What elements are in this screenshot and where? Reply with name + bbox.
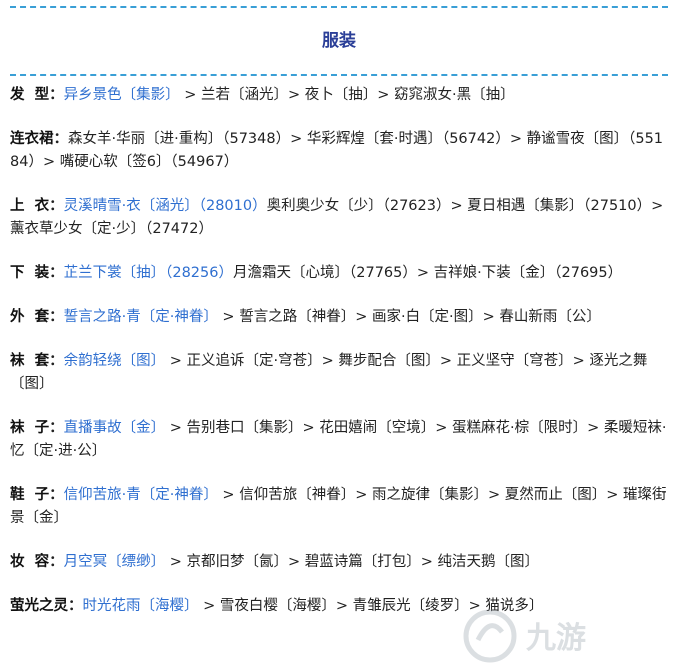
clothing-row: 上 衣：灵溪晴雪·衣〔涵光〕（28010）奥利奥少女〔少〕（27623）> 夏日… [10, 195, 668, 241]
watermark-text: 九游 [526, 621, 586, 656]
row-colon: ： [49, 353, 64, 369]
item-link[interactable]: 时光花雨〔海樱〕 [83, 598, 199, 614]
row-label: 外 套 [10, 309, 50, 325]
item-text: 月澹霜天〔心境〕（27765）> 吉祥娘·下装〔金〕（27695） [233, 265, 623, 281]
clothing-row: 鞋 子：信仰苦旅·青〔定·神眷〕 > 信仰苦旅〔神眷〕> 雨之旋律〔集影〕> 夏… [10, 484, 668, 530]
row-label: 鞋 子 [10, 487, 50, 503]
row-label: 发 型 [10, 87, 50, 103]
row-colon: ： [49, 420, 64, 436]
item-text: 森女羊·华丽〔进·重构〕（57348）> 华彩辉煌〔套·时遇〕（56742）> … [10, 131, 664, 170]
item-link[interactable]: 异乡景色〔集影〕 [64, 87, 180, 103]
item-link[interactable]: 信仰苦旅·青〔定·神眷〕 [64, 487, 218, 503]
item-link[interactable]: 直播事故〔金〕 [64, 420, 166, 436]
row-label: 连衣裙 [10, 131, 54, 147]
row-colon: ： [53, 131, 69, 147]
row-label: 妆 容 [10, 554, 50, 570]
clothing-list: 发 型：异乡景色〔集影〕 > 兰若〔涵光〕> 夜卜〔抽〕> 窈窕淑女·黑〔抽〕连… [10, 76, 668, 618]
item-link[interactable]: 月空冥〔缥缈〕 [64, 554, 166, 570]
row-colon: ： [49, 554, 64, 570]
item-link[interactable]: 芷兰下裳〔抽〕（28256） [64, 265, 233, 281]
item-text: > 誓言之路〔神眷〕> 画家·白〔定·图〕> 春山新雨〔公〕 [217, 309, 601, 325]
row-colon: ： [49, 265, 64, 281]
item-link[interactable]: 余韵轻绕〔图〕 [64, 353, 166, 369]
row-label: 袜 套 [10, 353, 50, 369]
row-colon: ： [49, 87, 64, 103]
row-colon: ： [68, 598, 83, 614]
row-colon: ： [49, 487, 64, 503]
clothing-row: 袜 子：直播事故〔金〕 > 告别巷口〔集影〕> 花田嬉闹〔空境〕> 蛋糕麻花·棕… [10, 417, 668, 463]
clothing-row: 外 套：誓言之路·青〔定·神眷〕 > 誓言之路〔神眷〕> 画家·白〔定·图〕> … [10, 306, 668, 329]
clothing-row: 下 装：芷兰下裳〔抽〕（28256）月澹霜天〔心境〕（27765）> 吉祥娘·下… [10, 262, 668, 285]
clothing-row: 妆 容：月空冥〔缥缈〕 > 京都旧梦〔氤〕> 碧蓝诗篇〔打包〕> 纯洁天鹅〔图〕 [10, 551, 668, 574]
row-label: 下 装 [10, 265, 50, 281]
guide-page: 服装 发 型：异乡景色〔集影〕 > 兰若〔涵光〕> 夜卜〔抽〕> 窈窕淑女·黑〔… [0, 6, 678, 670]
row-colon: ： [49, 198, 64, 214]
item-link[interactable]: 灵溪晴雪·衣〔涵光〕（28010） [64, 198, 267, 214]
item-text: > 京都旧梦〔氤〕> 碧蓝诗篇〔打包〕> 纯洁天鹅〔图〕 [165, 554, 539, 570]
row-label: 上 衣 [10, 198, 50, 214]
row-label: 萤光之灵 [10, 598, 68, 614]
section-title: 服装 [322, 31, 356, 51]
clothing-row: 连衣裙：森女羊·华丽〔进·重构〕（57348）> 华彩辉煌〔套·时遇〕（5674… [10, 128, 668, 174]
item-text: > 兰若〔涵光〕> 夜卜〔抽〕> 窈窕淑女·黑〔抽〕 [179, 87, 515, 103]
item-link[interactable]: 誓言之路·青〔定·神眷〕 [64, 309, 218, 325]
clothing-row: 袜 套：余韵轻绕〔图〕 > 正义追诉〔定·穹苍〕> 舞步配合〔图〕> 正义坚守〔… [10, 350, 668, 396]
row-colon: ： [49, 309, 64, 325]
watermark-logo-icon: 九游 [463, 609, 586, 663]
row-label: 袜 子 [10, 420, 50, 436]
clothing-row: 发 型：异乡景色〔集影〕 > 兰若〔涵光〕> 夜卜〔抽〕> 窈窕淑女·黑〔抽〕 [10, 84, 668, 107]
